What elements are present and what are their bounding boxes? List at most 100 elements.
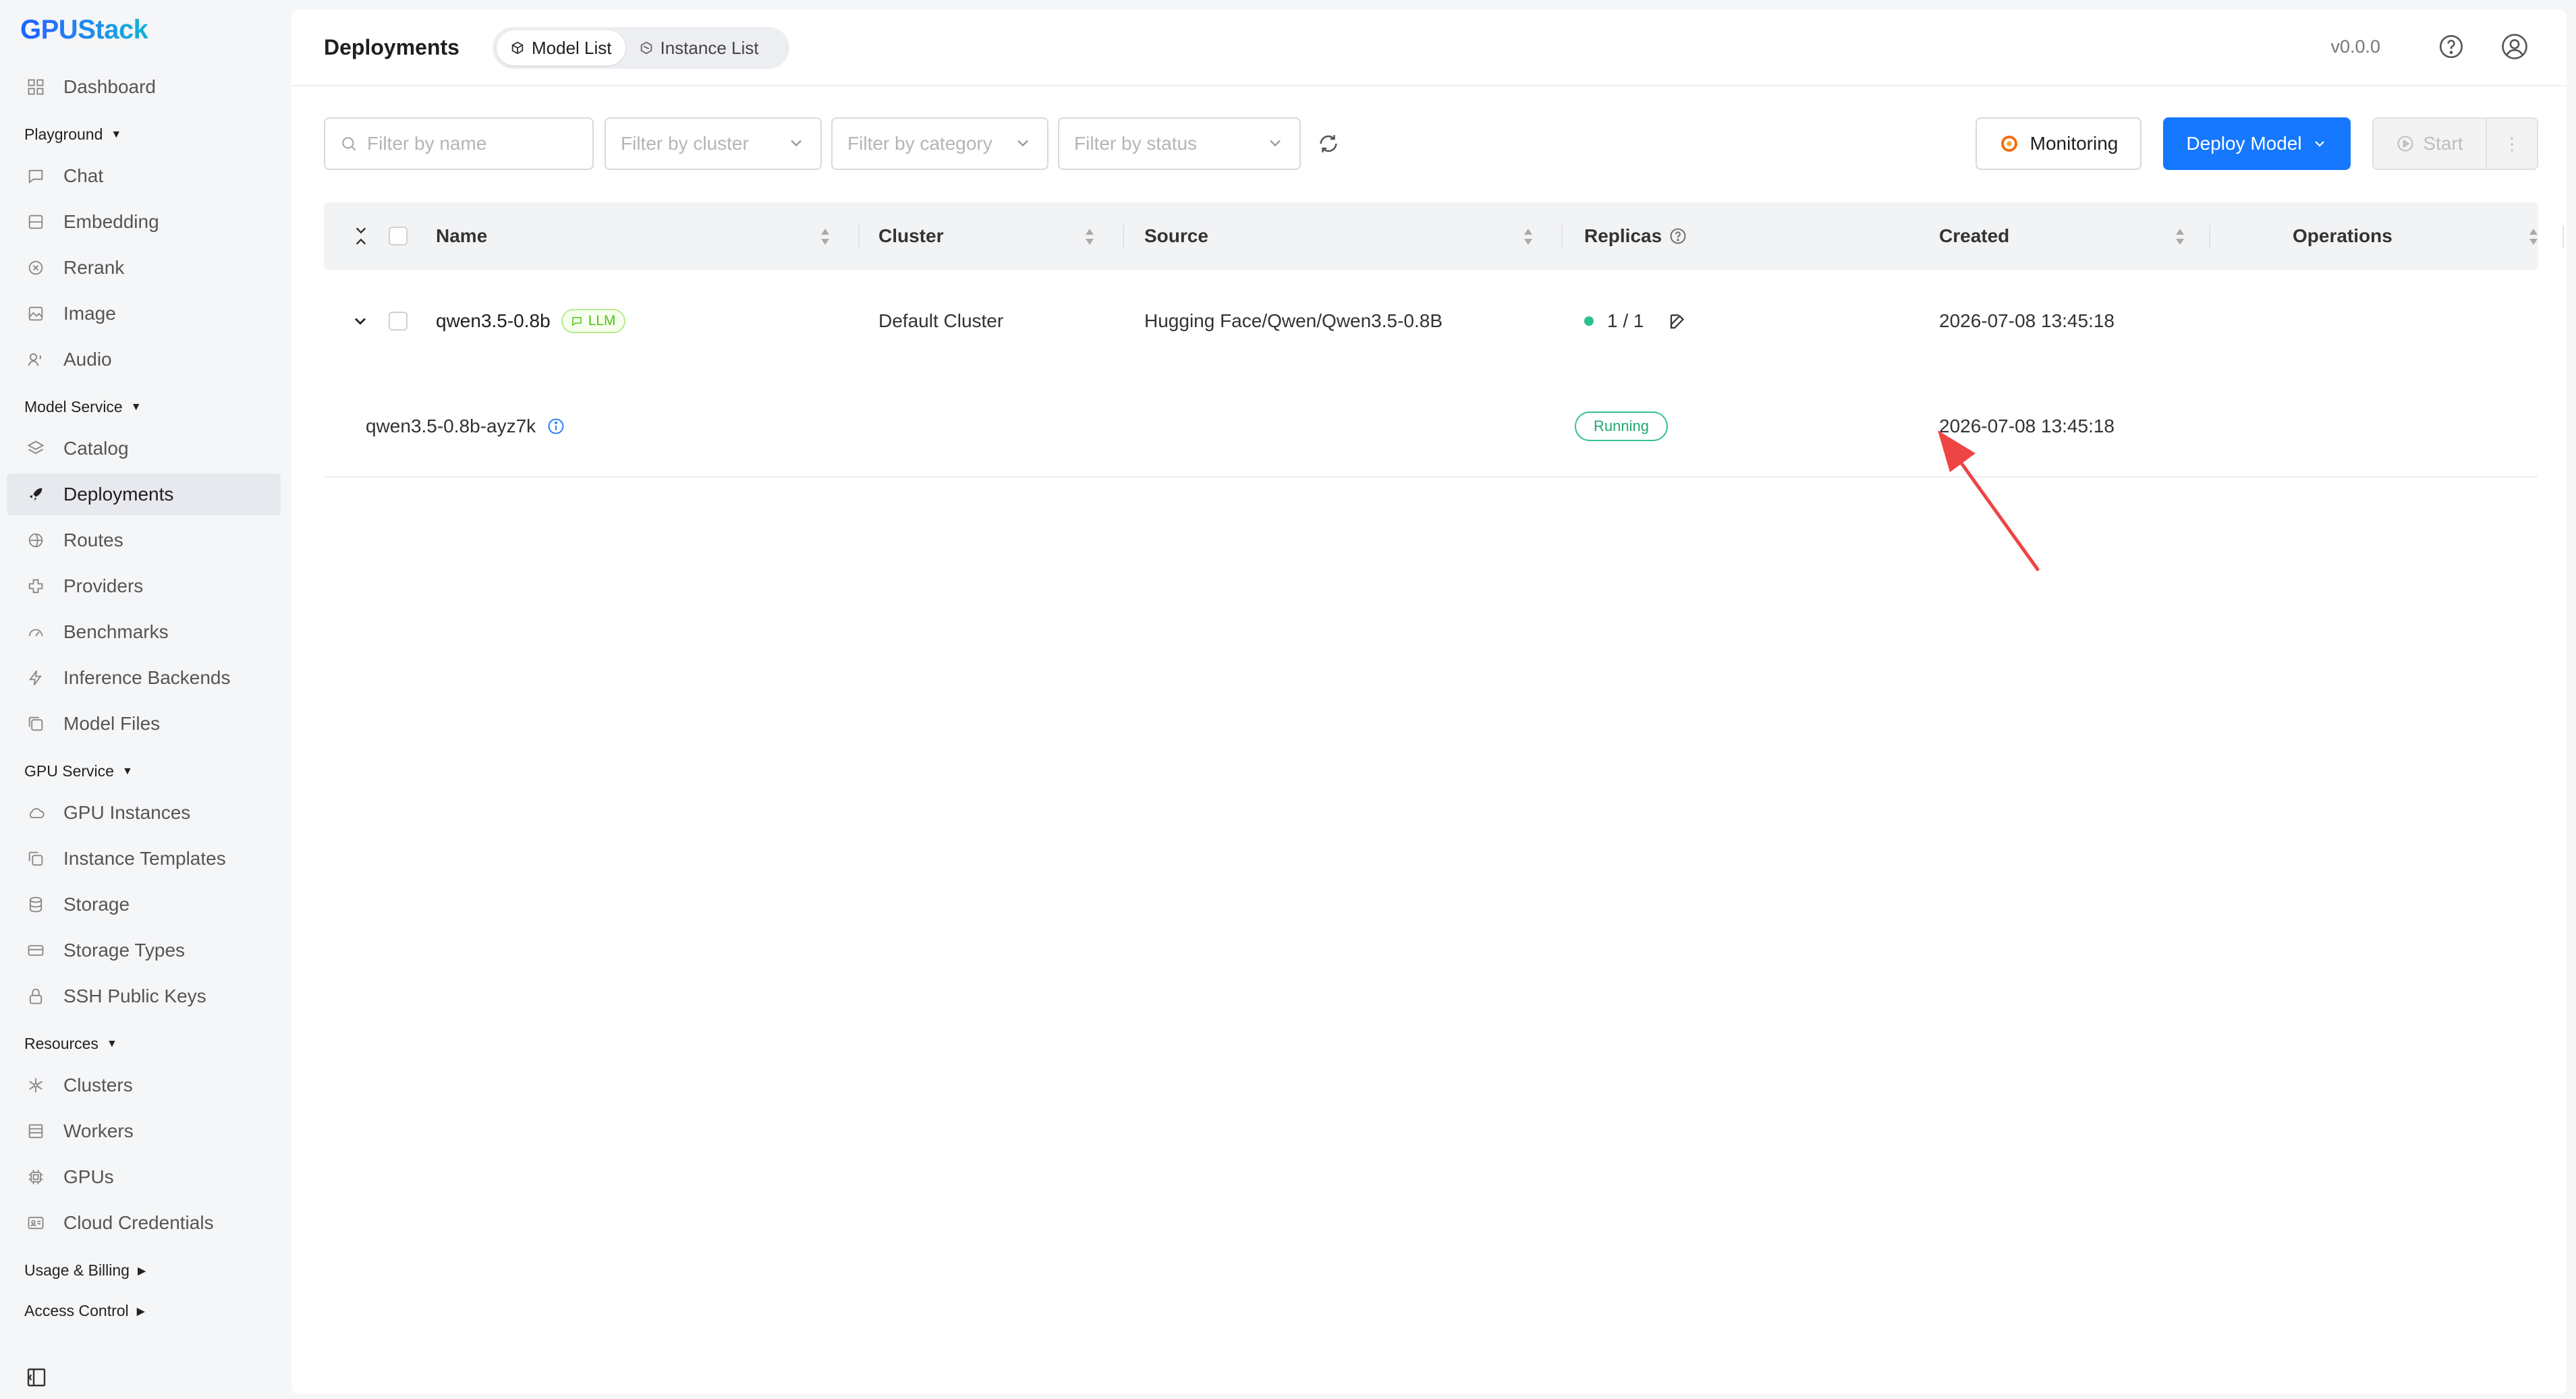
monitoring-button[interactable]: Monitoring <box>1976 117 2141 170</box>
sidebar-item-cloud-credentials[interactable]: Cloud Credentials <box>7 1202 281 1244</box>
sidebar-item-label: Instance Templates <box>63 848 226 869</box>
sidebar-item-workers[interactable]: Workers <box>7 1110 281 1152</box>
llm-tag: LLM <box>561 309 625 333</box>
gauge-icon <box>26 622 46 642</box>
status-dot <box>1584 316 1594 326</box>
lock-icon <box>26 986 46 1006</box>
instance-name: qwen3.5-0.8b-ayz7k <box>366 416 536 436</box>
sidebar-item-gpu-instances[interactable]: GPU Instances <box>7 792 281 834</box>
column-label: Replicas <box>1584 225 1662 246</box>
row-checkbox[interactable] <box>389 312 408 331</box>
caret-down-icon: ▼ <box>121 765 133 777</box>
drive-icon <box>26 940 46 961</box>
sidebar-item-benchmarks[interactable]: Benchmarks <box>7 611 281 653</box>
sort-icon[interactable] <box>2527 227 2540 247</box>
cloud-icon <box>26 803 46 823</box>
collapse-all-icon[interactable] <box>352 225 370 247</box>
caret-down-icon: ▼ <box>111 128 122 140</box>
sidebar-item-embedding[interactable]: Embedding <box>7 201 281 243</box>
column-header-cluster[interactable]: Cluster <box>878 202 943 270</box>
help-icon[interactable] <box>2437 32 2465 61</box>
sidebar-item-clusters[interactable]: Clusters <box>7 1064 281 1106</box>
page-header: Deployments Model List Instance List v0.… <box>291 9 2567 86</box>
sidebar-group-usage-billing[interactable]: Usage & Billing ▶ <box>24 1261 146 1280</box>
sidebar-group-playground[interactable]: Playground ▼ <box>24 125 121 144</box>
cluster-cell: Default Cluster <box>878 310 1004 331</box>
sidebar-item-chat[interactable]: Chat <box>7 155 281 197</box>
sidebar-item-ssh-public-keys[interactable]: SSH Public Keys <box>7 975 281 1017</box>
logo-mark: G <box>20 15 41 45</box>
sidebar-item-gpus[interactable]: GPUs <box>7 1156 281 1198</box>
sidebar-item-deployments[interactable]: Deployments <box>7 474 281 515</box>
status-badge: Running <box>1575 411 1668 441</box>
sidebar-item-inference-backends[interactable]: Inference Backends <box>7 657 281 699</box>
filter-name-input[interactable]: Filter by name <box>324 117 594 170</box>
column-header-replicas[interactable]: Replicas <box>1584 202 1687 270</box>
sidebar-item-image[interactable]: Image <box>7 293 281 335</box>
tab-model-list[interactable]: Model List <box>497 30 625 65</box>
created-cell: 2026-07-08 13:45:18 <box>1939 310 2115 331</box>
refresh-icon[interactable] <box>1317 132 1340 155</box>
input-placeholder: Filter by name <box>367 133 487 154</box>
info-icon[interactable] <box>547 417 565 436</box>
sidebar-group-access-control[interactable]: Access Control ▶ <box>24 1302 145 1320</box>
sidebar-item-providers[interactable]: Providers <box>7 565 281 607</box>
sidebar-item-label: Deployments <box>63 484 174 505</box>
sidebar-item-storage-types[interactable]: Storage Types <box>7 930 281 971</box>
user-avatar-icon[interactable] <box>2500 32 2529 61</box>
sort-icon[interactable] <box>2174 227 2186 247</box>
deploy-model-button[interactable]: Deploy Model <box>2163 117 2351 170</box>
chat-icon <box>26 166 46 186</box>
sort-icon[interactable] <box>819 227 831 247</box>
sidebar-item-label: Providers <box>63 575 144 596</box>
column-header-name[interactable]: Name <box>436 202 487 270</box>
sidebar-group-model-service[interactable]: Model Service ▼ <box>24 398 142 416</box>
sidebar-item-storage[interactable]: Storage <box>7 884 281 925</box>
sort-icon[interactable] <box>1084 227 1096 247</box>
sort-icon[interactable] <box>1522 227 1534 247</box>
sidebar-group-resources[interactable]: Resources ▼ <box>24 1035 117 1053</box>
help-icon[interactable] <box>1669 227 1687 246</box>
sidebar-collapse-icon[interactable] <box>26 1367 47 1388</box>
sidebar-item-catalog[interactable]: Catalog <box>7 428 281 469</box>
sidebar-item-dashboard[interactable]: Dashboard <box>7 66 281 108</box>
select-all-checkbox[interactable] <box>389 227 408 246</box>
rerank-icon <box>26 258 46 278</box>
edit-icon[interactable] <box>1668 311 1688 331</box>
chevron-down-icon <box>1270 140 1281 147</box>
replicas-value: 1 / 1 <box>1607 310 1644 331</box>
group-label: Model Service <box>24 398 123 416</box>
tab-instance-list[interactable]: Instance List <box>625 30 773 65</box>
sidebar-item-label: Cloud Credentials <box>63 1212 214 1233</box>
sidebar-item-model-files[interactable]: Model Files <box>7 703 281 745</box>
replicas-cell: 1 / 1 <box>1584 308 1688 335</box>
sidebar-item-audio[interactable]: Audio <box>7 339 281 380</box>
sidebar-group-gpu-service[interactable]: GPU Service ▼ <box>24 762 133 780</box>
play-circle-icon <box>2397 136 2413 152</box>
chevron-down-icon <box>1017 140 1028 147</box>
start-button[interactable]: Start <box>2372 117 2487 170</box>
column-divider <box>858 225 860 248</box>
row-divider <box>324 476 2538 478</box>
group-label: Playground <box>24 125 103 143</box>
column-header-source[interactable]: Source <box>1144 202 1208 270</box>
sidebar-item-label: Storage <box>63 894 130 915</box>
sidebar-item-label: Storage Types <box>63 940 186 961</box>
chevron-down-icon <box>791 140 802 147</box>
sidebar-item-label: Routes <box>63 530 123 550</box>
sidebar-item-rerank[interactable]: Rerank <box>7 247 281 289</box>
filter-status-select[interactable]: Filter by status <box>1058 117 1301 170</box>
more-actions-button[interactable]: ⋮ <box>2487 117 2538 170</box>
sidebar-item-routes[interactable]: Routes <box>7 519 281 561</box>
button-label: Start <box>2423 133 2463 154</box>
chevron-down-icon[interactable] <box>351 312 370 331</box>
column-header-created[interactable]: Created <box>1939 202 2009 270</box>
model-name[interactable]: qwen3.5-0.8b <box>436 310 551 332</box>
group-label: GPU Service <box>24 762 114 780</box>
sidebar-item-instance-templates[interactable]: Instance Templates <box>7 838 281 880</box>
files-icon <box>26 714 46 734</box>
app-logo[interactable]: GPUStack <box>20 15 148 45</box>
dashboard-icon <box>26 77 46 97</box>
filter-cluster-select[interactable]: Filter by cluster <box>605 117 822 170</box>
filter-category-select[interactable]: Filter by category <box>831 117 1048 170</box>
